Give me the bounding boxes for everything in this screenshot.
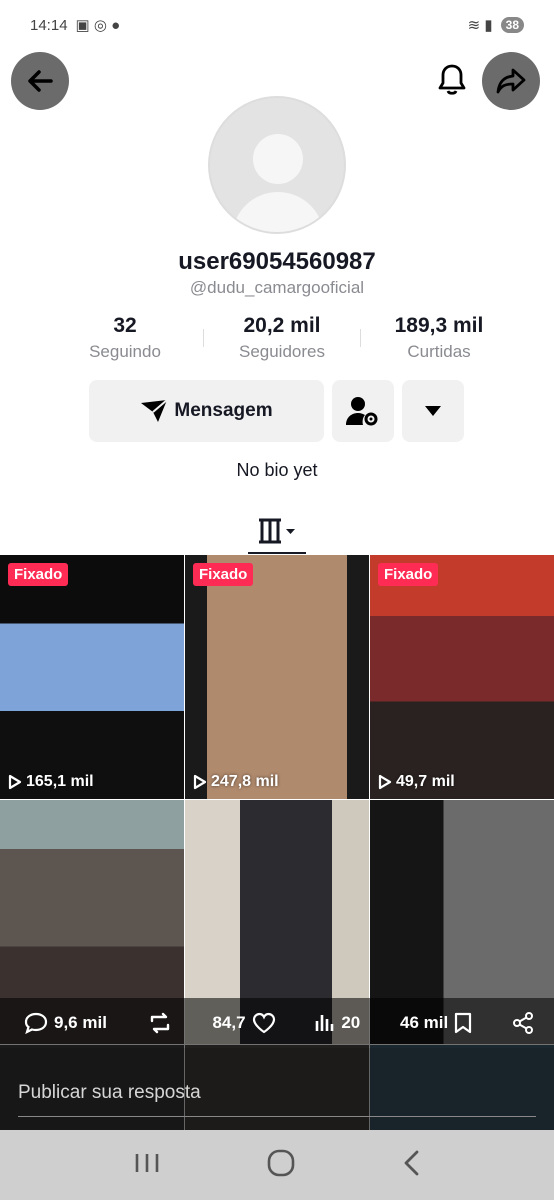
follow-settings-button[interactable] xyxy=(332,380,394,442)
stat-following[interactable]: 32 Seguindo xyxy=(60,314,190,362)
share-arrow-icon xyxy=(496,68,526,94)
videos-grid-icon xyxy=(259,518,295,544)
pinned-badge: Fixado xyxy=(193,563,254,586)
heart-icon xyxy=(252,1012,275,1034)
user-settings-icon xyxy=(346,397,378,426)
stats-count: 20 xyxy=(341,1013,361,1032)
back-button[interactable] xyxy=(11,52,69,110)
play-icon xyxy=(378,774,392,790)
profile-stats: 32 Seguindo 20,2 mil Seguidores 189,3 mi… xyxy=(60,314,504,362)
system-back-button[interactable] xyxy=(402,1150,420,1181)
status-bar: 14:14 ▣ ◎ ● ≋ ▮ 38 xyxy=(0,0,554,50)
tab-videos[interactable] xyxy=(248,510,306,554)
message-button-label: Mensagem xyxy=(174,400,273,421)
stat-label: Seguindo xyxy=(89,342,161,361)
stat-followers[interactable]: 20,2 mil Seguidores xyxy=(217,314,347,362)
status-time: 14:14 xyxy=(30,16,68,34)
recent-apps-button[interactable] xyxy=(134,1152,160,1179)
reply-underline xyxy=(18,1116,536,1117)
video-action-bar: 9,6 mil 84,7 20 46 mil xyxy=(0,998,554,1048)
share-button[interactable] xyxy=(482,52,540,110)
profile-bio: No bio yet xyxy=(236,460,318,480)
play-icon xyxy=(193,774,207,790)
arrow-left-icon xyxy=(28,70,53,92)
chevron-down-icon xyxy=(425,406,441,416)
notifications-button[interactable] xyxy=(430,58,474,102)
profile-handle: @dudu_camargooficial xyxy=(189,278,365,297)
avatar[interactable] xyxy=(208,96,346,234)
comment-count: 9,6 mil xyxy=(54,1013,107,1032)
notification-icon: ▣ ◎ ● xyxy=(75,17,121,34)
video-thumbnail[interactable]: Fixado 49,7 mil xyxy=(370,555,554,799)
divider xyxy=(360,329,361,347)
stat-label: Curtidas xyxy=(407,342,471,361)
more-options-button[interactable] xyxy=(402,380,464,442)
battery-indicator: 38 xyxy=(500,17,524,33)
pinned-badge: Fixado xyxy=(378,563,439,586)
share-icon xyxy=(512,1012,533,1034)
home-icon xyxy=(267,1149,295,1176)
stat-value: 189,3 mil xyxy=(394,314,484,337)
save-action[interactable]: 46 mil xyxy=(400,1012,472,1034)
stat-label: Seguidores xyxy=(238,342,325,361)
stat-value: 20,2 mil xyxy=(243,314,321,337)
view-count-value: 165,1 mil xyxy=(26,773,94,790)
view-count: 165,1 mil xyxy=(8,773,94,791)
avatar-placeholder-body xyxy=(232,192,324,232)
home-button[interactable] xyxy=(267,1149,295,1182)
bookmark-icon xyxy=(455,1012,472,1034)
stat-likes[interactable]: 189,3 mil Curtidas xyxy=(374,314,504,362)
comment-action[interactable]: 9,6 mil xyxy=(24,1012,107,1034)
video-thumbnail[interactable]: Fixado 247,8 mil xyxy=(185,555,369,799)
profile-actions: Mensagem xyxy=(89,380,464,442)
chevron-left-icon xyxy=(404,1150,419,1175)
video-thumbnail[interactable]: Fixado 165,1 mil xyxy=(0,555,184,799)
bar-chart-icon xyxy=(316,1015,334,1031)
message-button[interactable]: Mensagem xyxy=(89,380,324,442)
system-nav-bar xyxy=(0,1130,554,1200)
view-count: 247,8 mil xyxy=(193,773,279,791)
recent-apps-icon xyxy=(135,1153,158,1172)
avatar-placeholder-head xyxy=(253,134,303,184)
stat-value: 32 xyxy=(113,314,137,337)
pinned-badge: Fixado xyxy=(8,563,69,586)
like-count: 84,7 xyxy=(212,1013,246,1032)
send-icon xyxy=(141,399,169,422)
comment-icon xyxy=(24,1012,48,1034)
share-action[interactable] xyxy=(512,1012,534,1034)
like-action[interactable]: 84,7 xyxy=(212,1012,275,1034)
view-count: 49,7 mil xyxy=(378,773,455,791)
reply-bar: Publicar sua resposta xyxy=(0,1048,554,1130)
view-count-value: 247,8 mil xyxy=(211,773,279,790)
stats-action[interactable]: 20 xyxy=(315,1013,360,1033)
view-count-value: 49,7 mil xyxy=(396,773,455,790)
play-icon xyxy=(8,774,22,790)
signal-icon: ≋ ▮ xyxy=(467,17,493,34)
bell-icon xyxy=(438,64,466,95)
reply-input[interactable]: Publicar sua resposta xyxy=(18,1082,201,1104)
profile-username: user69054560987 xyxy=(178,248,376,275)
save-count: 46 mil xyxy=(400,1013,449,1032)
divider xyxy=(203,329,204,347)
repost-icon xyxy=(150,1012,169,1034)
repost-action[interactable] xyxy=(147,1012,173,1034)
